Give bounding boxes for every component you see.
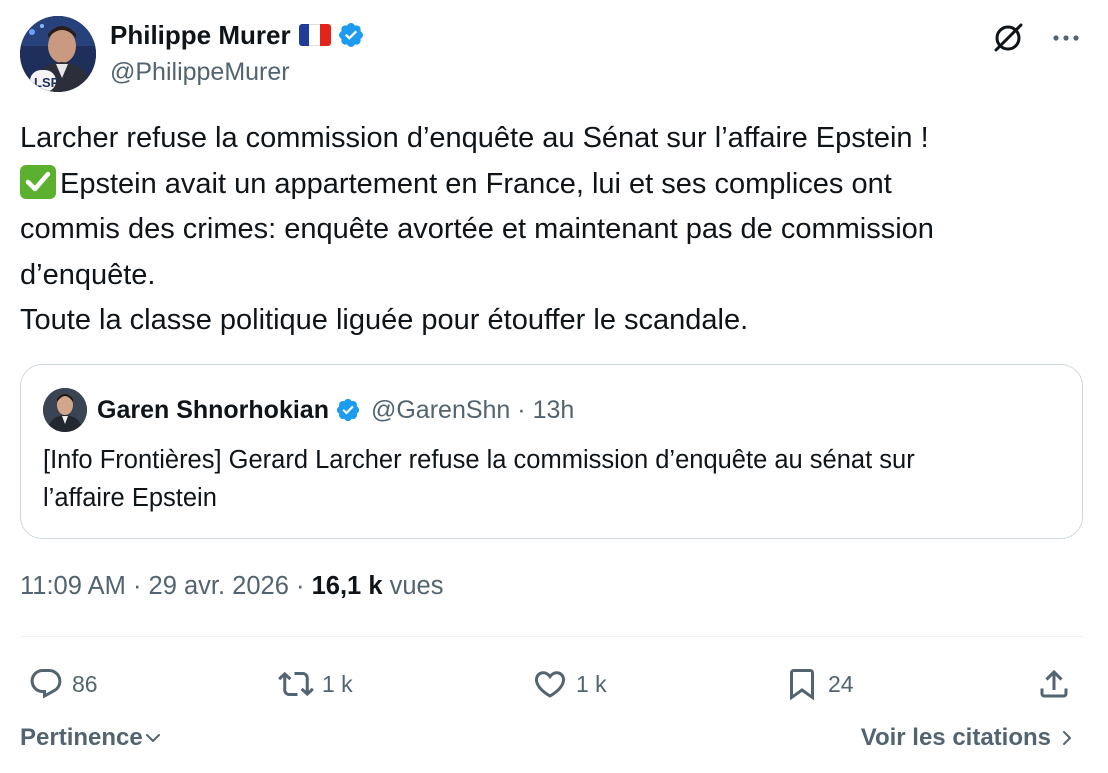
action-bar: 86 1 k 1 k 24 [20,660,1083,708]
tweet-line: commis des crimes: enquête avortée et ma… [20,213,934,245]
quoted-author-name[interactable]: Garen Shnorhokian [97,396,329,425]
repost-count: 1 k [322,670,353,697]
tweet-line-with-emoji: Epstein avait un appartement en France, … [20,162,1088,208]
bookmark-icon [790,669,814,701]
divider [20,636,1083,637]
quoted-tweet-card[interactable]: Garen Shnorhokian @GarenShn · 13h [Info … [20,364,1083,539]
repost-button[interactable]: 1 k [278,660,353,708]
like-count: 1 k [576,670,607,697]
bookmark-count: 24 [828,670,854,697]
tweet-time[interactable]: 11:09 AM [20,572,126,600]
repost-icon [278,671,314,697]
quoted-handle-text[interactable]: @GarenShn [371,396,510,424]
author-avatar[interactable]: LSP [20,16,96,92]
tweet-line: Larcher refuse la commission d’enquête a… [20,122,929,154]
svg-text:LSP: LSP [34,75,60,90]
like-icon [534,671,566,698]
tweet-header: LSP Philippe Murer @PhilippeMurer [20,16,1088,94]
reply-button[interactable]: 86 [28,660,98,708]
chevron-right-icon [1063,731,1071,745]
author-names: Philippe Murer @PhilippeMurer [110,18,365,87]
tweet-line: Toute la classe politique liguée pour ét… [20,304,749,336]
grok-icon[interactable] [990,20,1026,56]
quoted-tweet-header: Garen Shnorhokian @GarenShn · 13h [43,387,574,433]
quoted-tweet-text: [Info Frontières] Gerard Larcher refuse … [43,441,1053,517]
share-icon [1040,669,1068,698]
sort-label: Pertinence [20,724,143,751]
sort-dropdown[interactable]: Pertinence [20,724,163,752]
check-mark-button-emoji [20,164,56,199]
quoted-text-line: l’affaire Epstein [43,484,217,512]
view-quotes-label: Voir les citations [860,724,1051,751]
verified-badge-icon [336,398,360,422]
author-name[interactable]: Philippe Murer [110,20,291,51]
reply-icon [30,669,62,699]
views-label: vues [389,572,444,600]
author-handle[interactable]: @PhilippeMurer [110,58,365,87]
share-button[interactable] [1036,660,1072,708]
quoted-text-line: [Info Frontières] Gerard Larcher refuse … [43,446,915,474]
meta-separator: · [296,572,305,600]
tweet-line: Epstein avait un appartement en France, … [60,167,892,200]
quoted-separator: · [517,395,526,424]
like-button[interactable]: 1 k [532,660,607,708]
author-name-row: Philippe Murer [110,18,365,52]
quoted-author-handle: @GarenShn · 13h [371,396,574,425]
meta-separator: · [132,572,142,600]
views-count: 16,1 k [311,572,383,600]
tweet-date[interactable]: 29 avr. 2026 [149,572,289,600]
tweet-line: d’enquête. [20,258,156,291]
view-quotes-link[interactable]: Voir les citations [861,724,1077,752]
verified-badge-icon [338,23,363,47]
bookmark-button[interactable]: 24 [784,660,854,708]
tweet-meta: 11:09 AM · 29 avr. 2026 · 16,1 k vues [20,572,443,601]
replies-footer: Pertinence Voir les citations [20,724,1083,760]
more-icon[interactable] [1050,22,1082,54]
france-flag-icon [298,24,331,46]
quoted-author-avatar[interactable] [43,388,87,432]
tweet-text: Larcher refuse la commission d’enquête a… [20,116,1088,344]
quoted-time[interactable]: 13h [533,396,575,424]
chevron-down-icon [145,734,160,742]
reply-count: 86 [72,670,98,697]
